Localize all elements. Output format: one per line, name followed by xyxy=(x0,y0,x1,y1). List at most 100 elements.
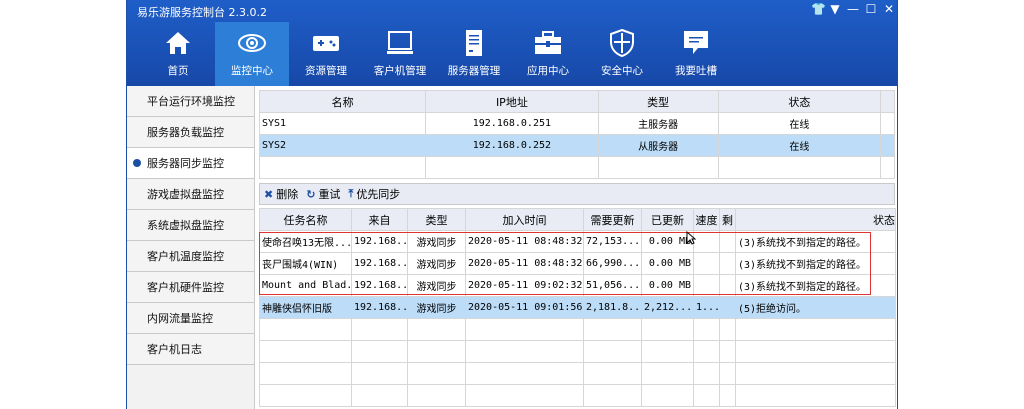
minimize-icon[interactable]: — xyxy=(847,2,859,16)
server-table: 名称 IP地址 类型 状态 SYS1 192.168.0.251 主服务器 在线… xyxy=(258,90,896,179)
sidebar-item-platform-env[interactable]: 平台运行环境监控 xyxy=(127,86,254,117)
gamepad-icon xyxy=(311,28,341,58)
nav-resource-management[interactable]: 资源管理 xyxy=(289,22,363,86)
task-left xyxy=(719,296,736,319)
sidebar-item-client-log[interactable]: 客户机日志 xyxy=(127,334,254,365)
nav-label: 客户机管理 xyxy=(373,65,427,77)
column-header-type[interactable]: 类型 xyxy=(597,90,719,113)
retry-button[interactable]: ↻ 重试 xyxy=(306,186,340,202)
maximize-icon[interactable]: ☐ xyxy=(865,2,877,16)
sidebar-item-label: 系统虚拟盘监控 xyxy=(147,219,224,232)
priority-icon: ⤒ xyxy=(348,187,354,200)
nav-label: 安全中心 xyxy=(601,65,643,77)
nav-label: 首页 xyxy=(167,65,189,77)
sidebar-item-lan-traffic[interactable]: 内网流量监控 xyxy=(127,303,254,334)
sidebar-item-client-temp[interactable]: 客户机温度监控 xyxy=(127,241,254,272)
sidebar-item-server-sync[interactable]: 服务器同步监控 xyxy=(127,148,254,179)
dropdown-icon[interactable]: ▼ xyxy=(829,2,841,16)
priority-sync-button[interactable]: ⤒ 优先同步 xyxy=(348,186,400,202)
task-left xyxy=(719,274,736,297)
sidebar-item-server-load[interactable]: 服务器负载监控 xyxy=(127,117,254,148)
table-row[interactable]: SYS1 192.168.0.251 主服务器 在线 xyxy=(258,112,896,135)
mouse-cursor-icon xyxy=(686,231,696,245)
sidebar-item-game-vdisk[interactable]: 游戏虚拟盘监控 xyxy=(127,179,254,210)
nav-monitor-center[interactable]: 监控中心 xyxy=(215,22,289,86)
header-bar: 易乐游服务控制台 2.3.0.2 👕 ▼ — ☐ ✕ 首页 监控中心 资源管理 … xyxy=(127,0,897,86)
task-speed: 1.... xyxy=(693,296,720,319)
sidebar-item-label: 客户机日志 xyxy=(147,343,202,356)
column-header-updated[interactable]: 已更新 xyxy=(641,208,694,231)
active-dot-icon xyxy=(133,159,141,167)
skin-icon[interactable]: 👕 xyxy=(811,2,826,16)
table-row-selected[interactable]: 神雕侠侣怀旧版 192.168... 游戏同步 2020-05-11 09:01… xyxy=(259,296,896,319)
server-icon xyxy=(459,28,489,58)
table-row[interactable]: 丧尸围城4(WIN) 192.168... 游戏同步 2020-05-11 08… xyxy=(259,252,896,275)
column-header-from[interactable]: 来自 xyxy=(351,208,408,231)
home-icon xyxy=(163,28,193,58)
column-header-speed[interactable]: 速度 xyxy=(693,208,720,231)
task-time: 2020-05-11 09:02:32 xyxy=(465,274,584,297)
delete-label: 删除 xyxy=(276,188,299,201)
task-left xyxy=(719,252,736,275)
nav-client-management[interactable]: 客户机管理 xyxy=(363,22,437,86)
server-name: SYS1 xyxy=(258,112,427,135)
task-time: 2020-05-11 08:48:32 xyxy=(465,252,584,275)
table-row-empty xyxy=(258,156,896,179)
task-status: (5)拒绝访问。 xyxy=(735,296,896,319)
table-header-row: 名称 IP地址 类型 状态 xyxy=(258,90,896,113)
sidebar-item-label: 客户机硬件监控 xyxy=(147,281,224,294)
task-need: 72,153.... xyxy=(583,230,642,253)
task-speed xyxy=(693,252,720,275)
delete-button[interactable]: ✖ 删除 xyxy=(264,186,298,202)
feedback-icon xyxy=(681,28,711,58)
column-header-status[interactable]: 状态 xyxy=(717,90,881,113)
task-need: 51,056.... xyxy=(583,274,642,297)
server-status: 在线 xyxy=(717,112,881,135)
table-row-empty xyxy=(259,384,896,407)
column-header-status[interactable]: 状态 xyxy=(735,208,896,231)
refresh-icon: ↻ xyxy=(306,187,316,201)
nav-security-center[interactable]: 安全中心 xyxy=(585,22,659,86)
nav-server-management[interactable]: 服务器管理 xyxy=(437,22,511,86)
retry-label: 重试 xyxy=(318,188,341,201)
close-icon[interactable]: ✕ xyxy=(883,2,895,16)
filler-cell xyxy=(879,112,896,135)
column-header-task-name[interactable]: 任务名称 xyxy=(259,208,352,231)
eye-icon xyxy=(237,28,267,58)
task-table: 任务名称 来自 类型 加入时间 需要更新 已更新 速度 剩 状态 使命召唤13无… xyxy=(259,208,896,407)
nav-app-center[interactable]: 应用中心 xyxy=(511,22,585,86)
sidebar-item-client-hardware[interactable]: 客户机硬件监控 xyxy=(127,272,254,303)
sidebar-item-system-vdisk[interactable]: 系统虚拟盘监控 xyxy=(127,210,254,241)
window-controls: 👕 ▼ — ☐ ✕ xyxy=(811,2,895,16)
task-type: 游戏同步 xyxy=(407,230,466,253)
sidebar-item-label: 内网流量监控 xyxy=(147,312,213,325)
task-type: 游戏同步 xyxy=(407,274,466,297)
table-row-empty xyxy=(259,318,896,341)
table-row[interactable]: 使命召唤13无限... 192.168... 游戏同步 2020-05-11 0… xyxy=(259,230,896,253)
nav-label: 监控中心 xyxy=(231,65,273,77)
sidebar-item-label: 平台运行环境监控 xyxy=(147,95,235,108)
filler-cell xyxy=(879,134,896,157)
task-done: 0.00 MB xyxy=(641,252,694,275)
monitor-icon xyxy=(385,28,415,58)
nav-home[interactable]: 首页 xyxy=(141,22,215,86)
column-header-ip[interactable]: IP地址 xyxy=(425,90,599,113)
nav-label: 资源管理 xyxy=(305,65,347,77)
column-header-join-time[interactable]: 加入时间 xyxy=(465,208,584,231)
column-header-type[interactable]: 类型 xyxy=(407,208,466,231)
sidebar-item-label: 服务器同步监控 xyxy=(147,157,224,170)
column-header-remaining[interactable]: 剩 xyxy=(719,208,736,231)
priority-label: 优先同步 xyxy=(356,188,401,201)
server-type: 从服务器 xyxy=(597,134,719,157)
table-row-selected[interactable]: SYS2 192.168.0.252 从服务器 在线 xyxy=(258,134,896,157)
table-row[interactable]: Mount and Blad... 192.168... 游戏同步 2020-0… xyxy=(259,274,896,297)
column-header-name[interactable]: 名称 xyxy=(258,90,427,113)
nav-feedback[interactable]: 我要吐槽 xyxy=(659,22,733,86)
server-type: 主服务器 xyxy=(597,112,719,135)
nav-label: 应用中心 xyxy=(527,65,569,77)
task-need: 2,181.8... xyxy=(583,296,642,319)
column-header-need-update[interactable]: 需要更新 xyxy=(583,208,642,231)
task-name: Mount and Blad... xyxy=(259,274,352,297)
task-speed xyxy=(693,230,720,253)
table-header-row: 任务名称 来自 类型 加入时间 需要更新 已更新 速度 剩 状态 xyxy=(259,208,896,231)
